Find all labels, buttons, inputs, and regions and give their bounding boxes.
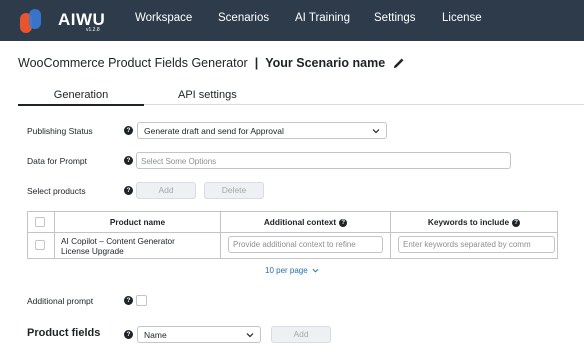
- nav-settings[interactable]: Settings: [374, 12, 416, 24]
- pencil-edit-icon[interactable]: [393, 58, 404, 69]
- publishing-status-select[interactable]: Generate draft and send for Approval: [137, 122, 387, 139]
- publishing-status-label: Publishing Status: [27, 126, 93, 136]
- info-icon[interactable]: ?: [512, 219, 521, 227]
- select-products-label: Select products: [27, 186, 86, 196]
- products-table: Product name Additional context? Keyword…: [27, 211, 558, 259]
- help-icon[interactable]: ?: [124, 330, 133, 339]
- product-name-cell: AI Copilot – Content Generator License U…: [61, 236, 175, 256]
- publishing-status-value: Generate draft and send for Approval: [144, 126, 284, 136]
- product-fields-label: Product fields: [27, 327, 101, 339]
- data-for-prompt-multiselect[interactable]: Select Some Options: [136, 152, 511, 169]
- header-divider: [28, 232, 557, 233]
- nav-workspace[interactable]: Workspace: [135, 12, 192, 24]
- chevron-down-icon: [372, 129, 380, 134]
- column-header-additional-context: Additional context?: [221, 212, 390, 232]
- per-page-label: 10 per page: [265, 266, 308, 275]
- version-label: v1.2.8: [86, 27, 100, 33]
- top-bar: AIWU v1.2.8 Workspace Scenarios AI Train…: [0, 0, 584, 41]
- row-checkbox[interactable]: [35, 240, 45, 250]
- info-icon[interactable]: ?: [339, 219, 348, 227]
- help-icon[interactable]: ?: [124, 156, 133, 165]
- product-name-line2: License Upgrade: [61, 246, 124, 256]
- chevron-down-icon: [246, 333, 254, 338]
- aiwu-logo-icon: [20, 9, 41, 33]
- help-icon[interactable]: ?: [124, 296, 133, 305]
- add-product-button[interactable]: Add: [136, 182, 196, 199]
- nav-ai-training[interactable]: AI Training: [295, 12, 350, 24]
- data-for-prompt-label: Data for Prompt: [27, 156, 87, 166]
- nav-scenarios[interactable]: Scenarios: [218, 12, 269, 24]
- column-header-keywords-text: Keywords to include: [427, 217, 510, 227]
- additional-context-input[interactable]: Provide additional context to refine: [228, 236, 383, 253]
- product-name-line1: AI Copilot – Content Generator: [61, 236, 175, 246]
- product-fields-select[interactable]: Name: [137, 326, 261, 343]
- column-header-keywords: Keywords to include?: [391, 212, 557, 232]
- per-page-select[interactable]: 10 per page: [265, 266, 319, 275]
- scenario-name[interactable]: Your Scenario name: [265, 56, 385, 70]
- help-icon[interactable]: ?: [124, 126, 133, 135]
- tab-api-settings[interactable]: API settings: [178, 89, 237, 101]
- add-field-button[interactable]: Add: [271, 326, 331, 343]
- tab-bar: Generation API settings: [18, 87, 584, 106]
- additional-prompt-checkbox[interactable]: [136, 295, 147, 306]
- help-icon[interactable]: ?: [124, 186, 133, 195]
- additional-prompt-label: Additional prompt: [27, 296, 94, 306]
- delete-product-button[interactable]: Delete: [204, 182, 264, 199]
- tab-generation[interactable]: Generation: [18, 89, 144, 106]
- product-fields-value: Name: [144, 330, 167, 340]
- title-separator: |: [254, 56, 259, 70]
- column-header-additional-context-text: Additional context: [263, 217, 337, 227]
- chevron-down-icon: [312, 268, 319, 273]
- page-title-product: WooCommerce Product Fields Generator: [18, 56, 248, 70]
- select-all-checkbox[interactable]: [35, 217, 45, 227]
- page-title: WooCommerce Product Fields Generator | Y…: [18, 56, 404, 70]
- nav-license[interactable]: License: [442, 12, 482, 24]
- column-header-product-name: Product name: [109, 217, 166, 227]
- keywords-input[interactable]: Enter keywords separated by comm: [398, 236, 555, 253]
